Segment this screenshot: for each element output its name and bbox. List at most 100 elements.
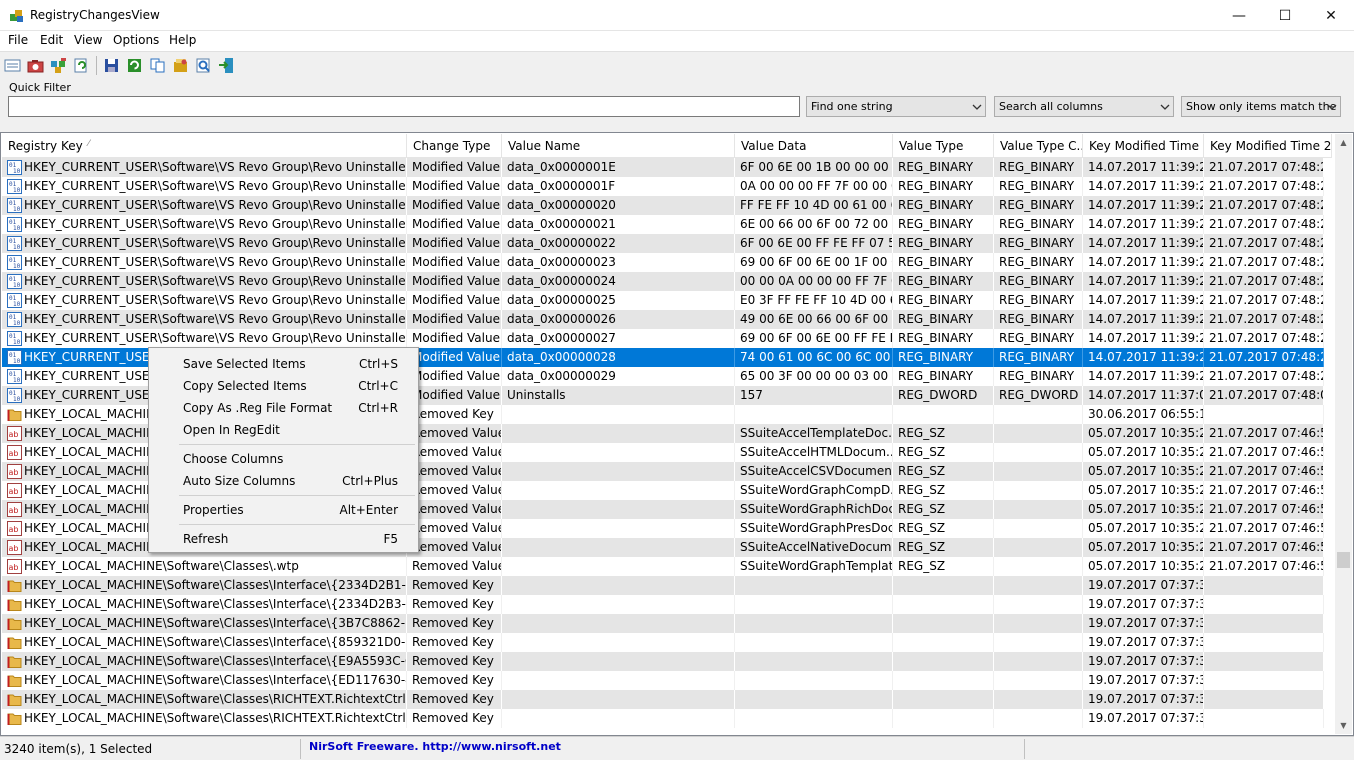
table-row[interactable]: 01 10 HKEY_CURRENT_USER\Software\VS Revo G… [2,158,1324,177]
column-header-value-name[interactable]: Value Name [502,134,735,158]
row-key-modified-time-2: 21.07.2017 07:48:28 [1204,310,1324,329]
row-key-modified-time-2 [1204,652,1324,671]
row-key-modified-time-2: 21.07.2017 07:48:28 [1204,177,1324,196]
maximize-button[interactable]: ☐ [1262,0,1308,31]
table-row[interactable]: 01 10 HKEY_CURRENT_USER\Software\VS Revo G… [2,196,1324,215]
menu-item-label: Save Selected Items [183,357,306,371]
menu-file[interactable]: File [8,33,28,47]
find-icon[interactable] [195,57,212,74]
table-row[interactable]: HKEY_LOCAL_MACHINE\Software\Classes\RICH… [2,709,1324,728]
copy-icon[interactable] [149,57,166,74]
row-value-data: 69 00 6F 00 6E 00 1F 00 00 ... [735,253,893,272]
row-value-name: data_0x00000023 [502,253,735,272]
menu-options[interactable]: Options [113,33,159,47]
close-button[interactable]: ✕ [1308,0,1354,31]
row-value-data: 157 [735,386,893,405]
table-row[interactable]: 01 10 HKEY_CURRENT_USER\Software\VS Revo G… [2,291,1324,310]
row-value-data [735,690,893,709]
menu-edit[interactable]: Edit [40,33,63,47]
exit-icon[interactable] [218,57,235,74]
scroll-down-icon[interactable]: ▼ [1335,717,1352,734]
row-registry-key: HKEY_LOCAL_MACHINE\Software\Classes\RICH… [2,690,407,709]
row-value-type-c [994,481,1083,500]
scroll-thumb[interactable] [1337,552,1350,568]
column-header-change-type[interactable]: Change Type [407,134,502,158]
table-row[interactable]: HKEY_LOCAL_MACHINE\Software\Classes\Inte… [2,633,1324,652]
row-key-modified-time-1: 19.07.2017 07:37:32 [1083,709,1204,728]
column-header-registry-key[interactable]: Registry Key ⁄ [2,134,407,158]
refresh-icon[interactable] [73,57,90,74]
row-change-type: Removed Key [407,576,502,595]
scroll-up-icon[interactable]: ▲ [1335,134,1352,151]
row-key-modified-time-1: 14.07.2017 11:39:26 [1083,291,1204,310]
row-change-type: Modified Value [407,177,502,196]
nirsoft-link[interactable]: NirSoft Freeware. http://www.nirsoft.net [309,740,561,753]
table-row[interactable]: 01 10 HKEY_CURRENT_USER\Software\VS Revo G… [2,215,1324,234]
filter-match-dropdown[interactable]: Show only items match the f [1181,96,1341,117]
table-row[interactable]: HKEY_LOCAL_MACHINE\Software\Classes\Inte… [2,652,1324,671]
quick-filter-input[interactable] [8,96,800,117]
reload-icon[interactable] [126,57,143,74]
registry-icon[interactable] [50,57,67,74]
minimize-button[interactable]: — [1216,0,1262,31]
menu-view[interactable]: View [74,33,102,47]
row-value-type: REG_BINARY [893,253,994,272]
table-row[interactable]: 01 10 HKEY_CURRENT_USER\Software\VS Revo G… [2,177,1324,196]
row-key-modified-time-2: 21.07.2017 07:48:28 [1204,348,1324,367]
filter-mode-dropdown[interactable]: Find one string [806,96,986,117]
column-header-value-type-c[interactable]: Value Type C... [994,134,1083,158]
properties-icon[interactable] [172,57,189,74]
row-key-modified-time-2 [1204,690,1324,709]
menu-help[interactable]: Help [169,33,196,47]
table-row[interactable]: 01 10 HKEY_CURRENT_USER\Software\VS Revo G… [2,272,1324,291]
chevron-down-icon [1160,104,1170,110]
table-row[interactable]: 01 10 HKEY_CURRENT_USER\Software\VS Revo G… [2,310,1324,329]
column-header-value-type[interactable]: Value Type [893,134,994,158]
row-value-name: data_0x00000024 [502,272,735,291]
menu-item-copy-as-reg-file-format[interactable]: Copy As .Reg File Format Ctrl+R [151,397,416,419]
table-row[interactable]: 01 10 HKEY_CURRENT_USER\Software\VS Revo G… [2,253,1324,272]
row-value-data [735,652,893,671]
row-key-modified-time-1: 05.07.2017 10:35:26 [1083,519,1204,538]
menu-item-open-in-regedit[interactable]: Open In RegEdit [151,419,416,441]
camera-icon[interactable] [27,57,44,74]
menu-item-shortcut: F5 [383,532,398,546]
new-icon[interactable] [4,57,21,74]
menu-item-refresh[interactable]: Refresh F5 [151,528,416,550]
column-header-key-modified-time-1[interactable]: Key Modified Time 1 [1083,134,1204,158]
row-key-modified-time-1: 14.07.2017 11:39:26 [1083,196,1204,215]
table-row[interactable]: HKEY_LOCAL_MACHINE\Software\Classes\Inte… [2,614,1324,633]
row-change-type: Modified Value [407,196,502,215]
row-value-type-c: REG_BINARY [994,177,1083,196]
menu-item-choose-columns[interactable]: Choose Columns [151,448,416,470]
menu-item-save-selected-items[interactable]: Save Selected Items Ctrl+S [151,353,416,375]
table-row[interactable]: HKEY_LOCAL_MACHINE\Software\Classes\RICH… [2,690,1324,709]
menu-item-copy-selected-items[interactable]: Copy Selected Items Ctrl+C [151,375,416,397]
vertical-scrollbar[interactable]: ▲ ▼ [1335,134,1352,734]
table-row[interactable]: HKEY_LOCAL_MACHINE\Software\Classes\Inte… [2,576,1324,595]
table-row[interactable]: HKEY_LOCAL_MACHINE\Software\Classes\Inte… [2,671,1324,690]
row-value-type: REG_SZ [893,481,994,500]
column-header-key-modified-time-2[interactable]: Key Modified Time 2 [1204,134,1332,158]
filter-scope-dropdown[interactable]: Search all columns [994,96,1174,117]
row-key-modified-time-1: 14.07.2017 11:39:26 [1083,253,1204,272]
row-value-type: REG_DWORD [893,386,994,405]
row-value-type-c [994,614,1083,633]
menu-item-shortcut: Ctrl+Plus [342,474,398,488]
row-key-modified-time-2 [1204,633,1324,652]
menu-item-label: Refresh [183,532,229,546]
table-row[interactable]: ab HKEY_LOCAL_MACHINE\Software\Classes\.w… [2,557,1324,576]
row-value-data [735,405,893,424]
row-change-type: Removed Key [407,652,502,671]
menu-item-auto-size-columns[interactable]: Auto Size Columns Ctrl+Plus [151,470,416,492]
column-header-value-data[interactable]: Value Data [735,134,893,158]
row-value-type [893,405,994,424]
table-row[interactable]: 01 10 HKEY_CURRENT_USER\Software\VS Revo G… [2,329,1324,348]
save-icon[interactable] [103,57,120,74]
table-row[interactable]: 01 10 HKEY_CURRENT_USER\Software\VS Revo G… [2,234,1324,253]
row-value-type [893,614,994,633]
row-key-modified-time-1: 19.07.2017 07:37:32 [1083,633,1204,652]
table-row[interactable]: HKEY_LOCAL_MACHINE\Software\Classes\Inte… [2,595,1324,614]
row-key-modified-time-1: 05.07.2017 10:35:26 [1083,462,1204,481]
menu-item-properties[interactable]: Properties Alt+Enter [151,499,416,521]
